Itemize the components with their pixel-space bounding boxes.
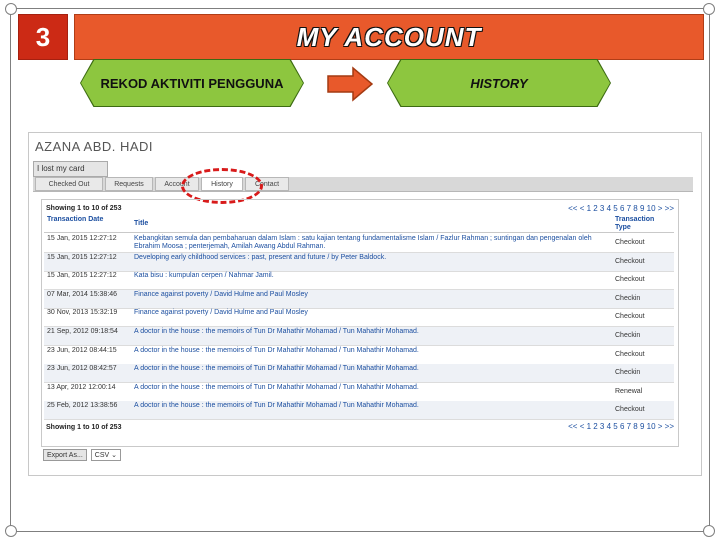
slide-title: MY ACCOUNT: [296, 21, 482, 52]
cell-date: 23 Jun, 2012 08:44:15: [47, 346, 117, 354]
cell-type: Checkout: [615, 239, 645, 246]
table-row: 15 Jan, 2015 12:27:12 Developing early ch…: [44, 252, 674, 272]
account-holder-name: AZANA ABD. HADI: [35, 139, 154, 154]
cell-date: 30 Nov, 2013 15:32:19: [47, 309, 118, 317]
cell-type: Checkout: [615, 406, 645, 414]
cell-date: 23 Jun, 2012 08:42:57: [47, 365, 117, 373]
table-row: 13 Apr, 2012 12:00:14 A doctor in the hou…: [44, 383, 674, 402]
export-button[interactable]: Export As...: [43, 449, 87, 461]
cell-type: Checkin: [615, 369, 641, 377]
frame-corner: [703, 3, 715, 15]
cell-title[interactable]: Finance against poverty / David Hulme an…: [134, 309, 604, 317]
slide-title-bar: MY ACCOUNT: [74, 14, 704, 60]
cell-type: Checkin: [615, 294, 641, 302]
history-panel: Showing 1 to 10 of 253 << < 1 2 3 4 5 6 …: [41, 199, 679, 447]
cell-date: 15 Jan, 2015 12:27:12: [47, 272, 117, 280]
frame-corner: [5, 3, 17, 15]
table-row: 15 Jan, 2015 12:27:12 Kata bisu : kumpula…: [44, 271, 674, 291]
cell-title[interactable]: A doctor in the house : the memoirs of T…: [134, 384, 604, 392]
arrow-right-icon: [327, 66, 373, 102]
lost-card-button[interactable]: I lost my card: [33, 161, 108, 177]
cell-type: Checkout: [615, 350, 645, 358]
table-row: 25 Feb, 2012 13:38:56 A doctor in the hou…: [44, 401, 674, 421]
cell-date: 21 Sep, 2012 09:18:54: [47, 328, 118, 335]
cell-title[interactable]: Developing early childhood services : pa…: [134, 254, 604, 262]
table-row: 15 Jan, 2015 12:27:12 Kebangkitan semula …: [44, 234, 674, 253]
cell-title[interactable]: A doctor in the house : the memoirs of T…: [134, 328, 604, 336]
results-count: Showing 1 to 10 of 253: [46, 205, 122, 212]
slide-header: 3 MY ACCOUNT: [18, 14, 704, 60]
cell-date: 15 Jan, 2015 12:27:12: [47, 253, 117, 261]
export-controls: Export As... CSV ⌄: [43, 449, 122, 461]
pagination-bottom[interactable]: << < 1 2 3 4 5 6 7 8 9 10 > >>: [568, 422, 674, 431]
table-row: 23 Jun, 2012 08:44:15 A doctor in the hou…: [44, 346, 674, 365]
cell-title[interactable]: A doctor in the house : the memoirs of T…: [134, 402, 604, 410]
cell-type: Renewal: [615, 387, 643, 395]
column-header-date[interactable]: Transaction Date: [47, 216, 107, 224]
cell-date: 25 Feb, 2012 13:38:56: [47, 402, 118, 410]
table-header: Transaction Date Title Transaction Type: [44, 216, 674, 233]
cell-type: Checkout: [615, 276, 645, 284]
account-screenshot: AZANA ABD. HADI I lost my card Checked O…: [28, 132, 702, 476]
step-right-label: HISTORY: [388, 60, 610, 106]
tab-checked-out[interactable]: Checked Out: [35, 177, 103, 191]
step-left-label: REKOD AKTIVITI PENGGUNA: [81, 60, 303, 106]
export-format-value: CSV: [94, 452, 110, 459]
column-header-title[interactable]: Title: [134, 220, 148, 228]
cell-title[interactable]: Kata bisu : kumpulan cerpen / Nahmar Jam…: [134, 272, 604, 280]
tab-requests[interactable]: Requests: [105, 177, 153, 191]
cell-type: Checkout: [615, 257, 645, 265]
cell-type: Checkout: [615, 313, 645, 321]
chevron-down-icon: ⌄: [111, 452, 118, 459]
cell-title[interactable]: Kebangkitan semula dan pembaharuan dalam…: [134, 235, 604, 251]
export-format-select[interactable]: CSV ⌄: [90, 449, 122, 461]
slide-number: 3: [18, 14, 68, 60]
table-row: 21 Sep, 2012 09:18:54 A doctor in the hou…: [44, 327, 674, 346]
cell-date: 07 Mar, 2014 15:38:46: [47, 290, 118, 298]
cell-title[interactable]: A doctor in the house : the memoirs of T…: [134, 347, 604, 355]
table-row: 30 Nov, 2013 15:32:19 Finance against pov…: [44, 308, 674, 328]
cell-type: Checkin: [615, 332, 641, 339]
frame-corner: [5, 525, 17, 537]
cell-title[interactable]: Finance against poverty / David Hulme an…: [134, 291, 604, 299]
cell-title[interactable]: A doctor in the house : the memoirs of T…: [134, 365, 604, 373]
pagination[interactable]: << < 1 2 3 4 5 6 7 8 9 10 > >>: [568, 204, 674, 213]
table-row: 23 Jun, 2012 08:42:57 A doctor in the hou…: [44, 364, 674, 384]
table-row: 07 Mar, 2014 15:38:46 Finance against pov…: [44, 289, 674, 309]
column-header-type[interactable]: Transaction Type: [615, 216, 665, 232]
results-count-bottom: Showing 1 to 10 of 253: [46, 424, 122, 431]
cell-date: 15 Jan, 2015 12:27:12: [47, 235, 117, 242]
frame-corner: [703, 525, 715, 537]
cell-date: 13 Apr, 2012 12:00:14: [47, 383, 116, 391]
